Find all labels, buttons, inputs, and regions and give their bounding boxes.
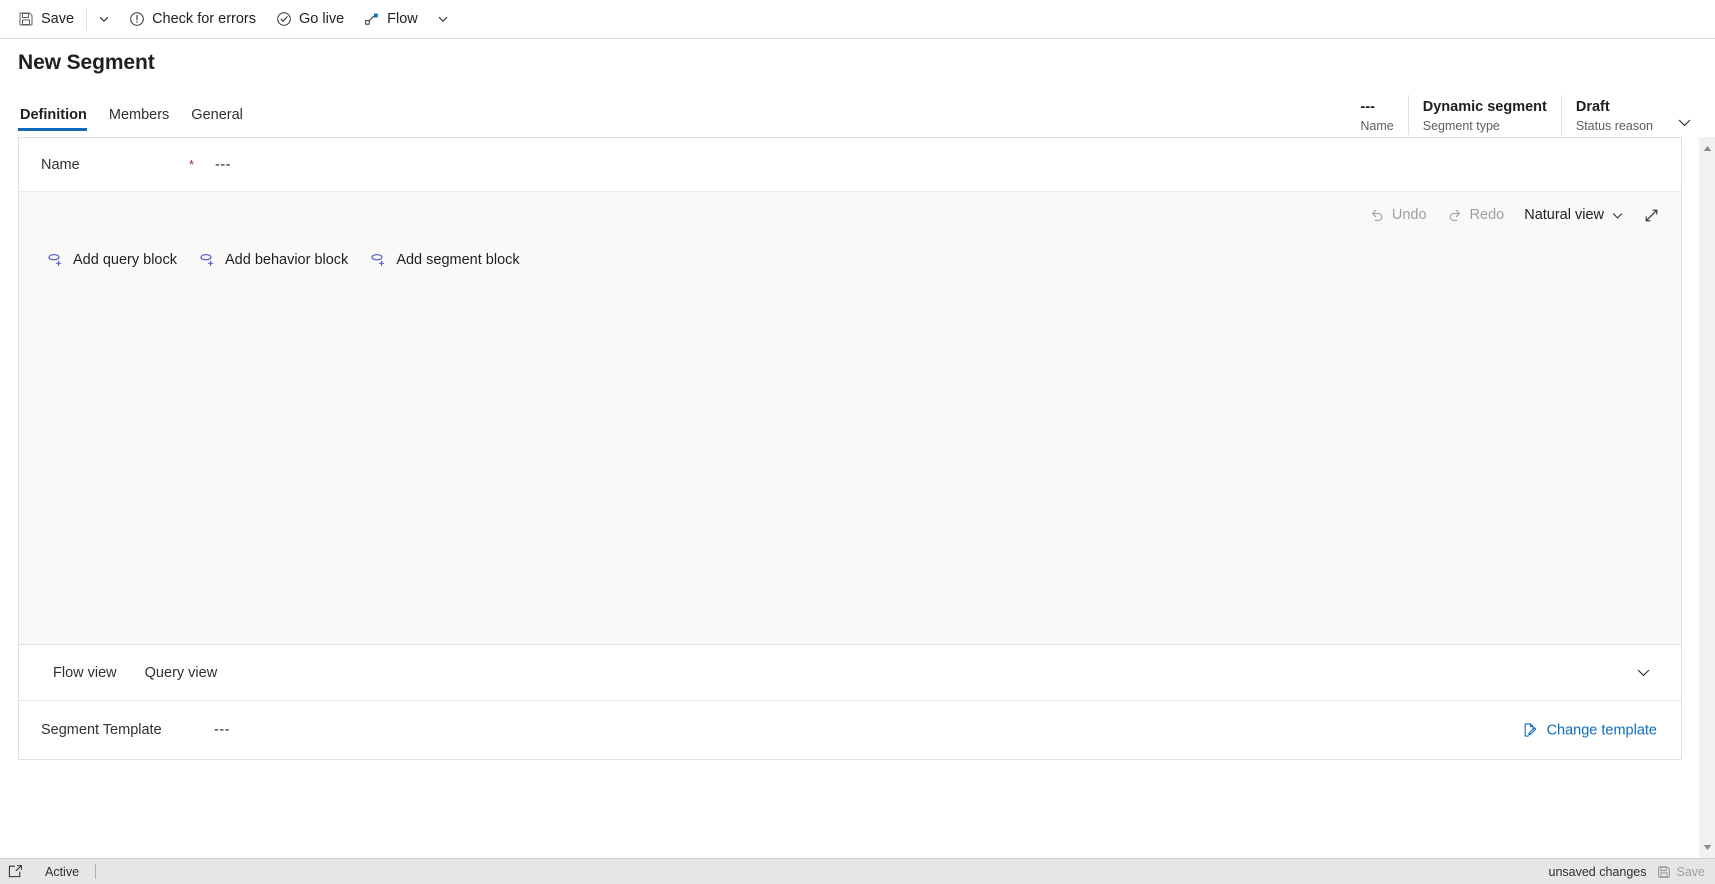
save-floppy-icon bbox=[1657, 865, 1671, 879]
header-field-segment-type: Dynamic segment Segment type bbox=[1407, 95, 1561, 135]
segment-template-row: Segment Template --- Change template bbox=[19, 701, 1681, 759]
undo-button-label: Undo bbox=[1391, 207, 1427, 223]
flow-button[interactable]: Flow bbox=[354, 3, 428, 36]
check-circle-icon bbox=[276, 11, 292, 27]
tab-query-view-label: Query view bbox=[144, 664, 218, 681]
segment-canvas: Undo Redo Natural view Add query block A… bbox=[19, 192, 1681, 645]
view-mode-selector[interactable]: Natural view bbox=[1515, 199, 1633, 231]
unsaved-changes-label: unsaved changes bbox=[1548, 864, 1647, 879]
header-field-segment-type-label: Segment type bbox=[1422, 119, 1500, 133]
go-live-label: Go live bbox=[299, 11, 345, 27]
save-button[interactable]: Save bbox=[8, 3, 84, 36]
canvas-workspace[interactable] bbox=[19, 272, 1681, 644]
expand-diagonal-icon bbox=[1643, 207, 1660, 224]
record-state-label: Active bbox=[45, 864, 80, 879]
command-bar: Save Check for errors Go live Flow bbox=[0, 0, 1715, 39]
add-query-block-label: Add query block bbox=[73, 251, 177, 268]
required-marker: * bbox=[189, 157, 195, 172]
block-action-bar: Add query block Add behavior block Add s… bbox=[19, 247, 1681, 272]
segment-template-value: --- bbox=[214, 722, 230, 738]
body-region: Name * --- Undo Redo Natural view Add qu… bbox=[0, 131, 1715, 858]
header-field-name-label: Name bbox=[1360, 119, 1394, 133]
add-segment-block-button[interactable]: Add segment block bbox=[366, 247, 523, 272]
tab-query-view[interactable]: Query view bbox=[131, 665, 232, 681]
scroll-down-arrow-icon[interactable] bbox=[1703, 838, 1712, 856]
add-behavior-block-icon bbox=[199, 251, 216, 268]
chevron-down-icon bbox=[1676, 114, 1693, 131]
chevron-down-icon bbox=[437, 13, 449, 25]
status-bar-right: unsaved changes Save bbox=[1549, 865, 1706, 879]
add-segment-block-icon bbox=[370, 251, 387, 268]
flow-button-label: Flow bbox=[387, 11, 418, 27]
save-dropdown-button[interactable] bbox=[89, 3, 119, 36]
segment-template-label: Segment Template bbox=[41, 722, 162, 738]
tab-general-label: General bbox=[191, 107, 243, 123]
save-button-label: Save bbox=[41, 11, 75, 27]
undo-button[interactable]: Undo bbox=[1360, 199, 1436, 231]
tab-general[interactable]: General bbox=[180, 107, 254, 131]
undo-arrow-icon bbox=[1369, 207, 1385, 223]
header-field-status-reason-label: Status reason bbox=[1575, 119, 1653, 133]
name-field-input[interactable]: --- bbox=[215, 157, 231, 173]
view-tab-strip: Flow view Query view bbox=[19, 645, 1681, 701]
tab-members-label: Members bbox=[108, 107, 170, 123]
chevron-down-icon bbox=[98, 13, 110, 25]
header-field-status-reason-value: Draft bbox=[1575, 99, 1610, 115]
view-mode-label: Natural view bbox=[1524, 207, 1604, 223]
page-header: New Segment --- Name Dynamic segment Seg… bbox=[0, 39, 1715, 135]
vertical-scrollbar[interactable] bbox=[1698, 137, 1715, 858]
status-bar-divider bbox=[95, 864, 97, 879]
popout-window-icon[interactable] bbox=[8, 864, 23, 879]
name-field-row: Name * --- bbox=[19, 138, 1681, 192]
add-behavior-block-label: Add behavior block bbox=[224, 251, 349, 268]
redo-arrow-icon bbox=[1447, 207, 1463, 223]
check-for-errors-button[interactable]: Check for errors bbox=[119, 3, 266, 36]
status-save-label: Save bbox=[1676, 864, 1706, 879]
header-field-status-reason: Draft Status reason bbox=[1560, 95, 1667, 135]
tab-flow-view[interactable]: Flow view bbox=[37, 665, 131, 681]
change-template-label: Change template bbox=[1546, 722, 1657, 738]
status-bar: Active unsaved changes Save bbox=[0, 858, 1715, 884]
content-column: Name * --- Undo Redo Natural view Add qu… bbox=[0, 137, 1698, 858]
tab-members[interactable]: Members bbox=[98, 107, 180, 131]
header-summary-fields: --- Name Dynamic segment Segment type Dr… bbox=[1346, 91, 1701, 135]
add-query-block-icon bbox=[47, 251, 64, 268]
change-template-button[interactable]: Change template bbox=[1516, 717, 1663, 744]
status-save-button[interactable]: Save bbox=[1657, 864, 1706, 879]
redo-button[interactable]: Redo bbox=[1438, 199, 1514, 231]
exclamation-circle-icon bbox=[129, 11, 145, 27]
header-expand-button[interactable] bbox=[1667, 95, 1701, 135]
expand-canvas-button[interactable] bbox=[1635, 199, 1667, 231]
chevron-down-icon bbox=[1635, 664, 1652, 681]
collapse-section-button[interactable] bbox=[1627, 657, 1659, 689]
tab-definition[interactable]: Definition bbox=[18, 107, 98, 131]
header-field-segment-type-value: Dynamic segment bbox=[1422, 99, 1547, 115]
scroll-up-arrow-icon[interactable] bbox=[1703, 139, 1712, 157]
redo-button-label: Redo bbox=[1469, 207, 1505, 223]
definition-card: Name * --- Undo Redo Natural view Add qu… bbox=[18, 137, 1682, 760]
tab-flow-view-label: Flow view bbox=[53, 664, 117, 681]
chevron-down-icon bbox=[1611, 209, 1624, 222]
add-segment-block-label: Add segment block bbox=[396, 251, 520, 268]
header-field-name-value: --- bbox=[1360, 99, 1375, 115]
save-floppy-icon bbox=[18, 11, 34, 27]
canvas-toolbar: Undo Redo Natural view bbox=[19, 192, 1681, 238]
add-query-block-button[interactable]: Add query block bbox=[43, 247, 181, 272]
go-live-button[interactable]: Go live bbox=[266, 3, 354, 36]
name-field-label: Name bbox=[41, 156, 80, 173]
header-field-name: --- Name bbox=[1346, 95, 1407, 135]
flow-node-icon bbox=[364, 11, 380, 27]
tab-definition-label: Definition bbox=[20, 107, 87, 123]
command-bar-divider bbox=[86, 8, 88, 30]
flow-dropdown-button[interactable] bbox=[428, 3, 458, 36]
app-window: Save Check for errors Go live Flow New S… bbox=[0, 0, 1715, 884]
edit-document-icon bbox=[1522, 722, 1539, 739]
add-behavior-block-button[interactable]: Add behavior block bbox=[195, 247, 352, 272]
page-title: New Segment bbox=[18, 51, 155, 74]
check-for-errors-label: Check for errors bbox=[152, 11, 257, 27]
